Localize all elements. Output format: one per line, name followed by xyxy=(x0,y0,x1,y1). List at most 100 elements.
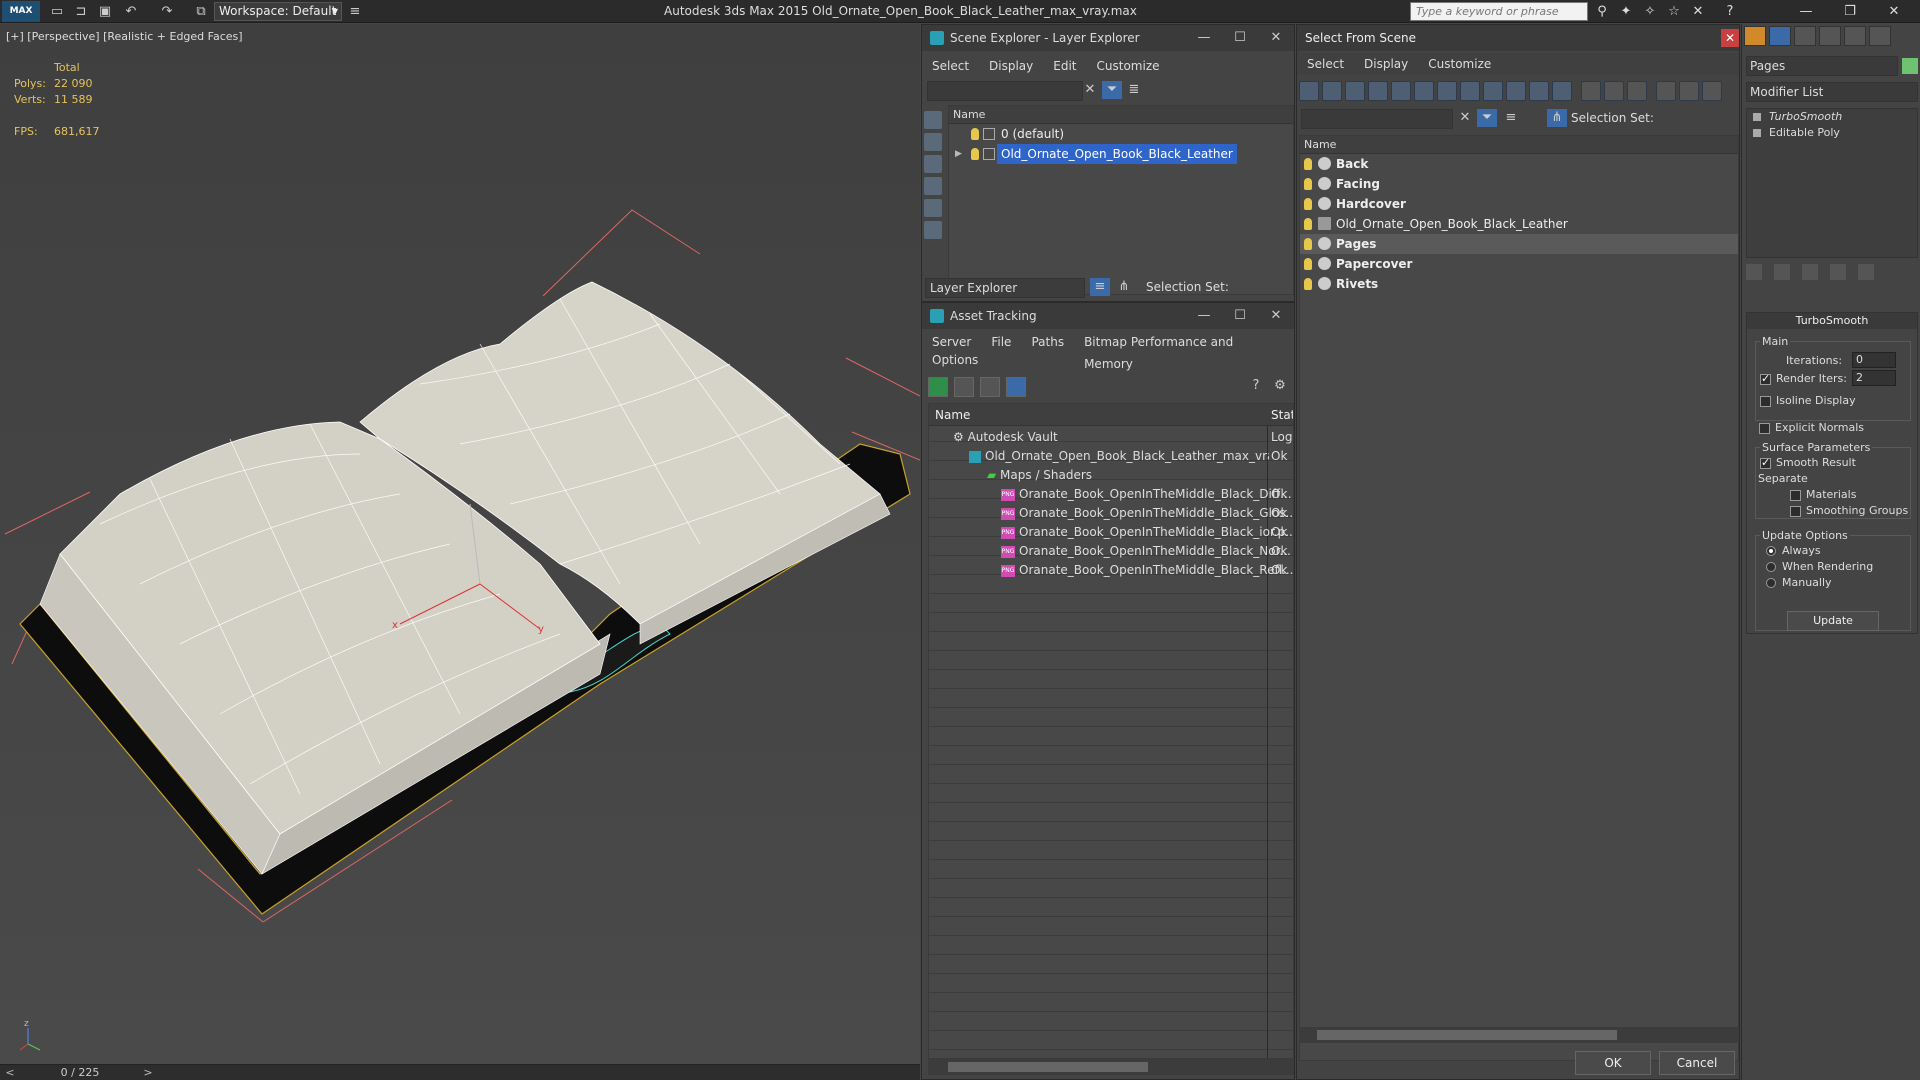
asset-row[interactable]: PNG Oranate_Book_OpenInTheMiddle_Black_Di… xyxy=(929,485,1293,504)
open-file-icon[interactable]: ⊐ xyxy=(72,3,90,20)
help-icon[interactable]: ? xyxy=(1246,377,1266,395)
select-search-input[interactable] xyxy=(1301,109,1453,129)
layers-icon[interactable]: ≡ xyxy=(1501,109,1521,127)
object-row-rivets[interactable]: Rivets xyxy=(1300,274,1738,294)
close-window-button[interactable]: ✕ xyxy=(1872,0,1916,23)
filter-options-icon[interactable] xyxy=(1656,81,1676,101)
expand-arrow-icon[interactable]: ▶ xyxy=(955,144,962,164)
lightbulb-icon[interactable] xyxy=(1304,178,1312,190)
table-view-icon[interactable] xyxy=(1006,377,1026,397)
perspective-viewport[interactable]: [+] [Perspective] [Realistic + Edged Fac… xyxy=(0,24,920,1064)
helpers-filter-icon[interactable] xyxy=(1391,81,1411,101)
hierarchy-tab-icon[interactable] xyxy=(1794,26,1816,46)
minimize-icon[interactable]: — xyxy=(1194,29,1214,47)
select-from-scene-titlebar[interactable]: Select From Scene ✕ xyxy=(1297,25,1739,51)
layer-row-book[interactable]: ▶ Old_Ornate_Open_Book_Black_Leather xyxy=(949,144,1293,164)
object-row-hardcover[interactable]: Hardcover xyxy=(1300,194,1738,214)
save-file-icon[interactable]: ▣ xyxy=(96,3,114,20)
asset-row[interactable]: PNG Oranate_Book_OpenInTheMiddle_Black_io… xyxy=(929,523,1293,542)
object-row-back[interactable]: Back xyxy=(1300,154,1738,174)
rollout-header[interactable]: TurboSmooth xyxy=(1747,313,1917,329)
asset-row[interactable]: PNG Oranate_Book_OpenInTheMiddle_Black_No… xyxy=(929,542,1293,561)
workspace-dropdown[interactable]: Workspace: Default ▼ xyxy=(214,2,342,21)
hierarchy-icon[interactable]: ⋔ xyxy=(1547,109,1567,127)
filter-icon[interactable]: ⏷ xyxy=(1102,81,1122,99)
help-icon[interactable]: ? xyxy=(1720,2,1740,21)
display-all-icon[interactable] xyxy=(924,133,942,151)
display-children-icon[interactable] xyxy=(924,177,942,195)
menu-customize[interactable]: Customize xyxy=(1087,55,1170,77)
make-unique-icon[interactable] xyxy=(1802,264,1818,280)
materials-checkbox[interactable] xyxy=(1790,490,1801,501)
minimize-icon[interactable]: — xyxy=(1194,307,1214,325)
when-rendering-radio[interactable] xyxy=(1766,562,1776,572)
menu-icon[interactable]: ≡ xyxy=(346,3,364,20)
new-file-icon[interactable]: ▭ xyxy=(48,3,66,20)
layer-row-default[interactable]: 0 (default) xyxy=(949,124,1293,144)
scrollbar-thumb[interactable] xyxy=(1317,1030,1617,1040)
bones-filter-icon[interactable] xyxy=(1483,81,1503,101)
modifier-stack-item[interactable]: TurboSmooth xyxy=(1747,109,1917,125)
hierarchy-view-icon[interactable]: ⋔ xyxy=(1114,278,1134,296)
object-row-pages[interactable]: Pages xyxy=(1300,234,1738,254)
object-name-field[interactable]: Pages xyxy=(1746,56,1898,76)
utilities-tab-icon[interactable] xyxy=(1869,26,1891,46)
tools-icon[interactable]: ✦ xyxy=(1616,2,1636,21)
asset-tracking-titlebar[interactable]: Asset Tracking — ☐ ✕ xyxy=(922,303,1294,329)
spacewarps-filter-icon[interactable] xyxy=(1414,81,1434,101)
frozen-filter-icon[interactable] xyxy=(1529,81,1549,101)
display-invert-icon[interactable] xyxy=(924,155,942,173)
scrollbar-thumb[interactable] xyxy=(948,1062,1148,1072)
redo-icon[interactable]: ↷ xyxy=(158,3,176,20)
undo-icon[interactable]: ↶ xyxy=(122,3,140,20)
column-status[interactable]: Stat xyxy=(1271,408,1293,422)
asset-row[interactable]: PNG Oranate_Book_OpenInTheMiddle_Black_Gl… xyxy=(929,504,1293,523)
list-view-icon[interactable] xyxy=(954,377,974,397)
select-all-icon[interactable] xyxy=(1581,81,1601,101)
configure-modifier-sets-icon[interactable] xyxy=(1858,264,1874,280)
scene-explorer-titlebar[interactable]: Scene Explorer - Layer Explorer — ☐ ✕ xyxy=(922,25,1294,51)
project-folder-icon[interactable]: ⧉ xyxy=(192,3,210,20)
menu-select[interactable]: Select xyxy=(1297,53,1354,75)
settings-icon[interactable]: ⚙ xyxy=(1270,377,1290,395)
restore-button[interactable]: ❐ xyxy=(1828,0,1872,23)
display-none-icon[interactable] xyxy=(924,111,942,129)
book-model[interactable]: x y z xyxy=(0,24,920,1064)
shapes-filter-icon[interactable] xyxy=(1322,81,1342,101)
menu-select[interactable]: Select xyxy=(922,55,979,77)
app-logo[interactable]: MAX xyxy=(2,1,40,22)
display-dependents-icon[interactable] xyxy=(924,221,942,239)
lightbulb-icon[interactable] xyxy=(1304,158,1312,170)
subscription-icon[interactable]: ✧ xyxy=(1640,2,1660,21)
asset-row[interactable]: Old_Ornate_Open_Book_Black_Leather_max_v… xyxy=(929,447,1293,466)
object-list-header[interactable]: Name xyxy=(1300,136,1738,154)
filter-icon[interactable]: ⏷ xyxy=(1477,109,1497,127)
iterations-spinner[interactable]: 0 xyxy=(1852,352,1896,368)
cancel-button[interactable]: Cancel xyxy=(1659,1051,1735,1075)
containers-filter-icon[interactable] xyxy=(1506,81,1526,101)
lightbulb-icon[interactable] xyxy=(971,148,979,160)
xrefs-filter-icon[interactable] xyxy=(1460,81,1480,101)
menu-options[interactable]: Options xyxy=(922,349,988,371)
groups-filter-icon[interactable] xyxy=(1437,81,1457,101)
minimize-button[interactable]: — xyxy=(1784,0,1828,23)
render-iters-spinner[interactable]: 2 xyxy=(1852,370,1896,386)
lights-filter-icon[interactable] xyxy=(1345,81,1365,101)
always-radio[interactable] xyxy=(1766,546,1776,556)
lightbulb-icon[interactable] xyxy=(1304,198,1312,210)
select-invert-icon[interactable] xyxy=(1627,81,1647,101)
asset-horizontal-scrollbar[interactable] xyxy=(928,1059,1294,1075)
thumbnail-view-icon[interactable] xyxy=(980,377,1000,397)
ok-button[interactable]: OK xyxy=(1575,1051,1651,1075)
display-influences-icon[interactable] xyxy=(924,199,942,217)
smoothing-groups-checkbox[interactable] xyxy=(1790,506,1801,517)
object-color-swatch[interactable] xyxy=(1902,58,1918,74)
modifier-list-dropdown[interactable]: Modifier List xyxy=(1746,82,1918,102)
explicit-normals-checkbox[interactable] xyxy=(1759,423,1770,434)
lightbulb-icon[interactable] xyxy=(1304,238,1312,250)
favorites-star-icon[interactable]: ☆ xyxy=(1664,2,1684,21)
object-row-facing[interactable]: Facing xyxy=(1300,174,1738,194)
binoculars-icon[interactable]: ⚲ xyxy=(1592,2,1612,21)
menu-display[interactable]: Display xyxy=(1354,53,1418,75)
object-row-group[interactable]: Old_Ornate_Open_Book_Black_Leather xyxy=(1300,214,1738,234)
